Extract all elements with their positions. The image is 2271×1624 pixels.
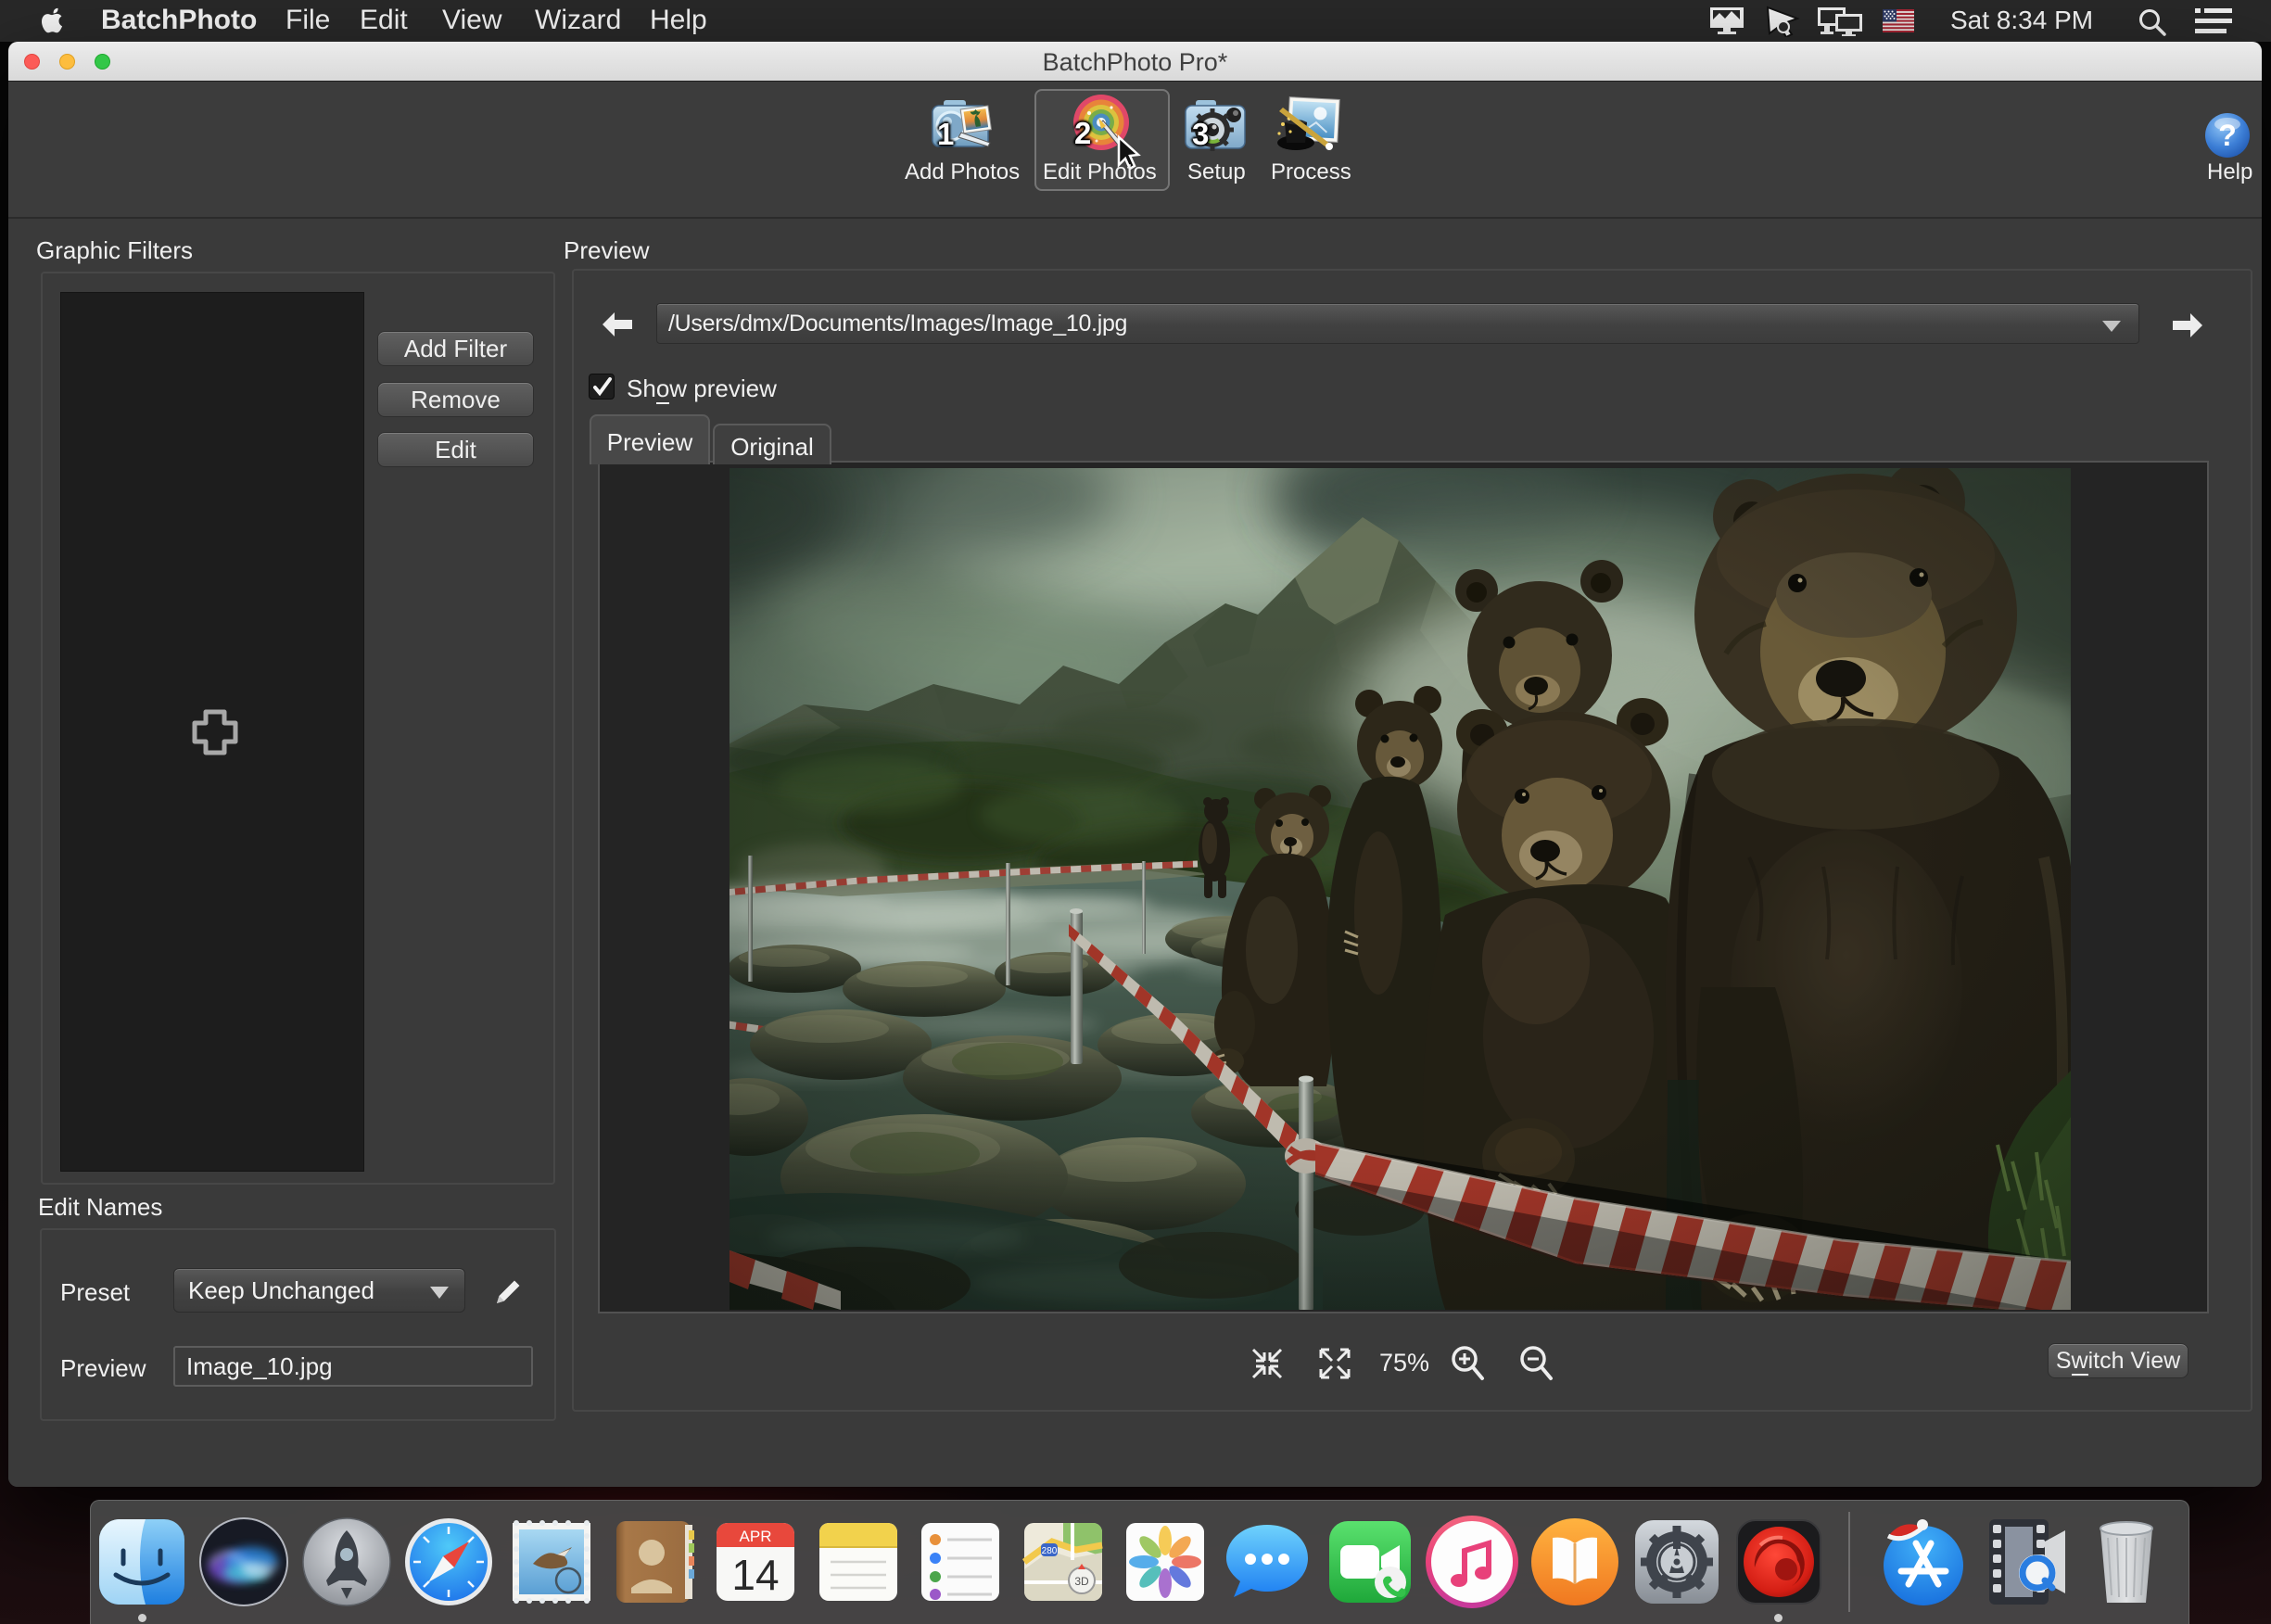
svg-text:3D: 3D: [1074, 1575, 1089, 1588]
svg-text:?: ?: [2218, 119, 2237, 152]
svg-text:280: 280: [1042, 1546, 1058, 1556]
svg-text:14: 14: [731, 1551, 779, 1599]
svg-text:APR: APR: [740, 1528, 772, 1545]
